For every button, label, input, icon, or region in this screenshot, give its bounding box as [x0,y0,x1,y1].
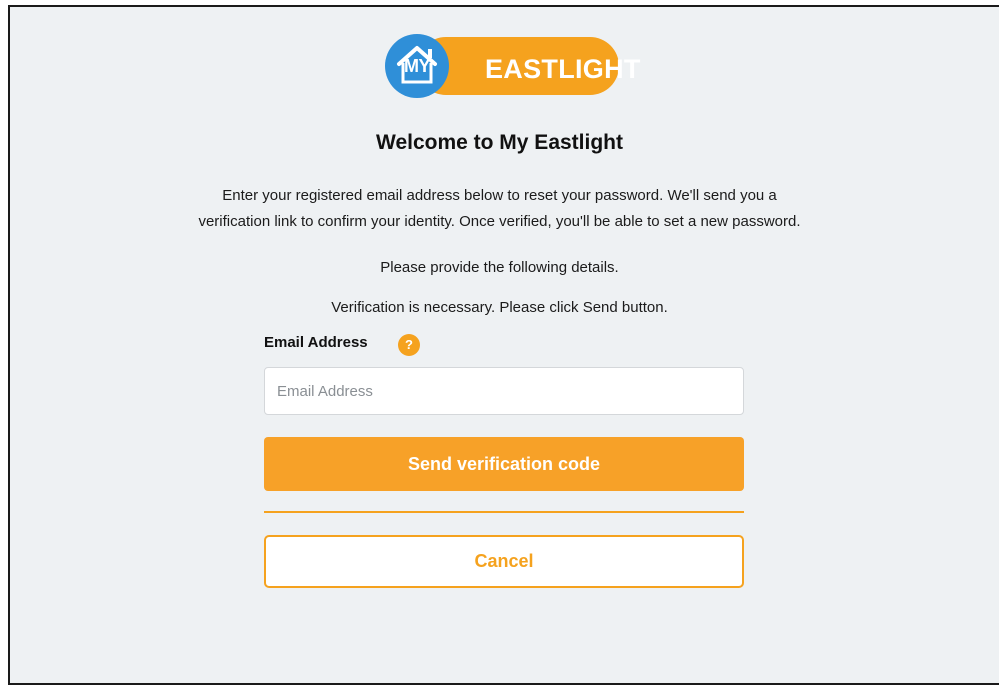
description-line-2: verification link to confirm your identi… [198,213,801,230]
send-verification-code-button[interactable]: Send verification code [264,437,744,491]
details-prompt: Please provide the following details. [380,259,619,276]
verification-note: Verification is necessary. Please click … [331,299,668,316]
divider [264,511,744,513]
logo-my-text: MY [404,56,431,76]
logo-house-badge: MY [385,34,449,98]
email-input[interactable] [264,367,744,415]
logo-wordmark: EASTLIGHT [485,54,641,84]
page-title: Welcome to My Eastlight [376,131,623,154]
question-mark-icon[interactable]: ? [398,334,420,356]
eastlight-logo: EASTLIGHT MY [385,34,640,98]
description-line-1: Enter your registered email address belo… [222,187,777,204]
cancel-button[interactable]: Cancel [264,535,744,588]
reset-description: Enter your registered email address belo… [0,183,999,235]
email-label: Email Address [264,334,368,351]
